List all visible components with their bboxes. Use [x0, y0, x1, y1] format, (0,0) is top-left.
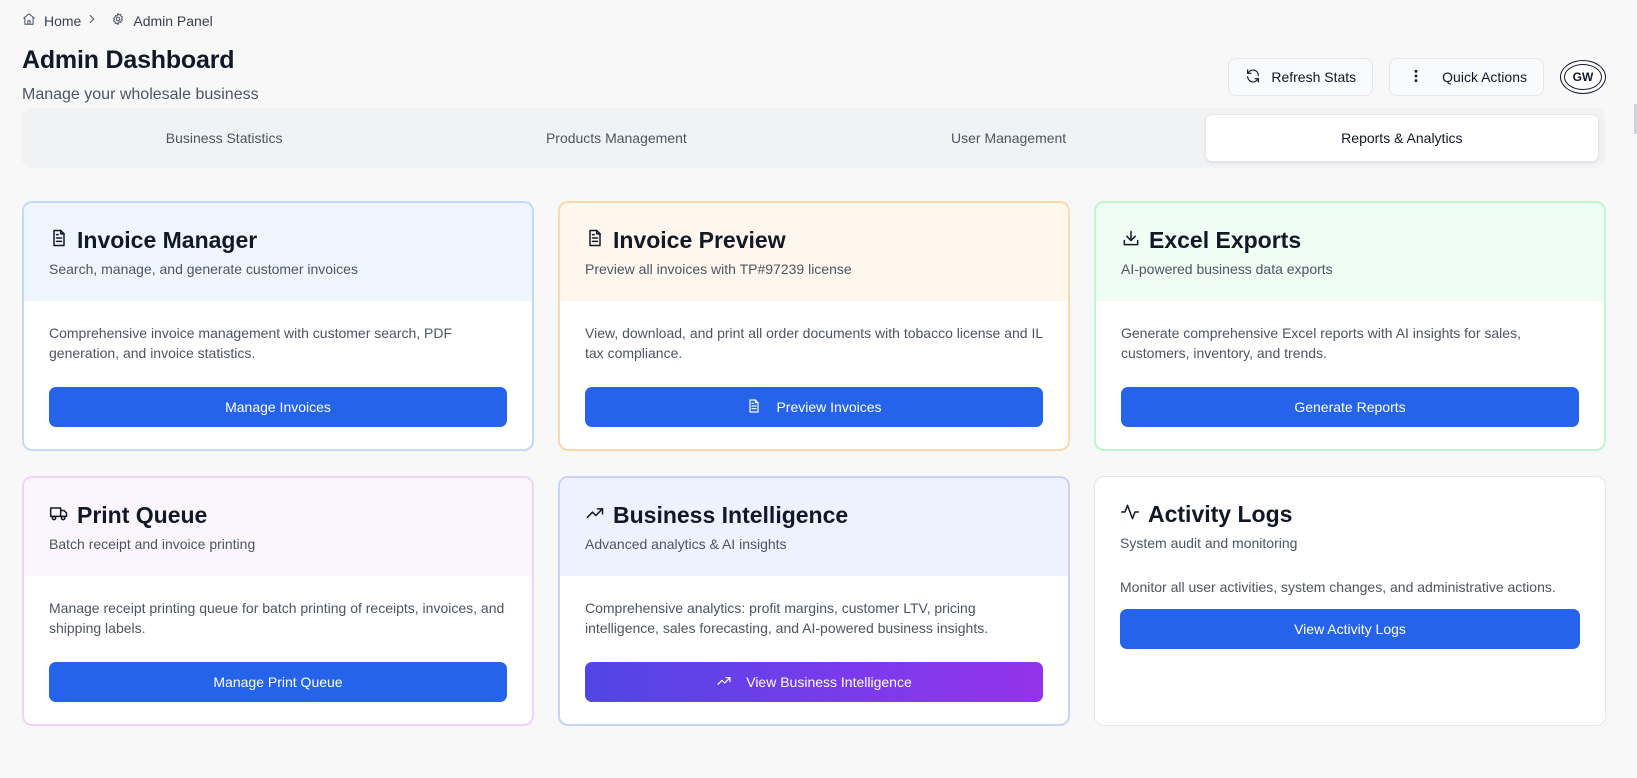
page-title: Admin Dashboard — [22, 46, 235, 74]
print-queue-card: Print Queue Batch receipt and invoice pr… — [22, 476, 534, 726]
button-label: Manage Invoices — [225, 399, 331, 415]
admin-dashboard-page: Home Admin Panel Admin Dashboard Manage … — [0, 0, 1637, 778]
card-title-row: Business Intelligence — [585, 502, 1043, 529]
manage-invoices-button[interactable]: Manage Invoices — [49, 387, 507, 427]
card-body: View, download, and print all order docu… — [560, 301, 1068, 427]
card-title-row: Print Queue — [49, 502, 507, 529]
page-subtitle: Manage your wholesale business — [22, 86, 259, 103]
card-header: Print Queue Batch receipt and invoice pr… — [24, 478, 532, 576]
card-title-row: Invoice Preview — [585, 227, 1043, 254]
button-label: Preview Invoices — [776, 399, 882, 415]
card-title-row: Invoice Manager — [49, 227, 507, 254]
manage-print-queue-button[interactable]: Manage Print Queue — [49, 662, 507, 702]
trending-up-icon — [585, 502, 605, 529]
card-title: Print Queue — [77, 502, 208, 528]
button-label: View Business Intelligence — [746, 674, 912, 690]
activity-logs-card: Activity Logs System audit and monitorin… — [1094, 476, 1606, 726]
card-title-row: Activity Logs — [1120, 501, 1580, 528]
card-subtitle: Advanced analytics & AI insights — [585, 536, 787, 552]
chevron-right-icon — [85, 12, 99, 29]
download-icon — [1121, 227, 1141, 254]
tab-user-management[interactable]: User Management — [813, 114, 1205, 162]
card-title: Invoice Preview — [613, 227, 786, 253]
card-subtitle: System audit and monitoring — [1120, 535, 1298, 551]
button-label: Generate Reports — [1294, 399, 1406, 415]
breadcrumb-admin-panel[interactable]: Admin Panel — [111, 12, 213, 29]
more-vertical-icon — [1408, 68, 1424, 87]
card-subtitle: Preview all invoices with TP#97239 licen… — [585, 261, 852, 277]
card-header: Invoice Preview Preview all invoices wit… — [560, 203, 1068, 301]
file-text-icon — [585, 227, 605, 254]
business-intelligence-card: Business Intelligence Advanced analytics… — [558, 476, 1070, 726]
avatar[interactable]: GW — [1560, 60, 1606, 94]
card-title: Excel Exports — [1149, 227, 1302, 253]
tab-business-statistics[interactable]: Business Statistics — [28, 114, 420, 162]
card-description: Generate comprehensive Excel reports wit… — [1121, 325, 1521, 361]
generate-reports-button[interactable]: Generate Reports — [1121, 387, 1579, 427]
view-business-intelligence-button[interactable]: View Business Intelligence — [585, 662, 1043, 702]
preview-invoices-button[interactable]: Preview Invoices — [585, 387, 1043, 427]
invoice-preview-card: Invoice Preview Preview all invoices wit… — [558, 201, 1070, 451]
tab-bar: Business Statistics Products Management … — [22, 108, 1605, 168]
card-body: Monitor all user activities, system chan… — [1095, 555, 1605, 649]
card-description: Comprehensive analytics: profit margins,… — [585, 600, 989, 636]
card-description: Comprehensive invoice management with cu… — [49, 325, 453, 361]
card-description: View, download, and print all order docu… — [585, 325, 1043, 361]
quick-actions-button[interactable]: Quick Actions — [1389, 58, 1544, 96]
card-body: Comprehensive analytics: profit margins,… — [560, 576, 1068, 702]
refresh-icon — [1245, 68, 1261, 87]
card-title-row: Excel Exports — [1121, 227, 1579, 254]
card-subtitle: AI-powered business data exports — [1121, 261, 1333, 277]
breadcrumb-home-label: Home — [44, 12, 82, 29]
excel-exports-card: Excel Exports AI-powered business data e… — [1094, 201, 1606, 451]
header-actions: Refresh Stats Quick Actions GW — [1228, 58, 1606, 96]
card-description: Manage receipt printing queue for batch … — [49, 600, 505, 636]
card-title: Invoice Manager — [77, 227, 258, 253]
refresh-stats-label: Refresh Stats — [1271, 69, 1357, 85]
card-body: Comprehensive invoice management with cu… — [24, 301, 532, 427]
button-label: View Activity Logs — [1294, 621, 1406, 637]
card-description: Monitor all user activities, system chan… — [1120, 579, 1556, 595]
breadcrumb: Home Admin Panel — [22, 12, 213, 29]
quick-actions-label: Quick Actions — [1442, 69, 1527, 85]
file-text-icon — [746, 398, 762, 417]
button-label: Manage Print Queue — [213, 674, 343, 690]
truck-icon — [49, 502, 69, 529]
card-header: Excel Exports AI-powered business data e… — [1096, 203, 1604, 301]
report-cards-grid: Invoice Manager Search, manage, and gene… — [22, 201, 1606, 726]
gear-icon — [111, 12, 125, 29]
refresh-stats-button[interactable]: Refresh Stats — [1228, 58, 1374, 96]
breadcrumb-admin-label: Admin Panel — [133, 12, 213, 29]
activity-icon — [1120, 501, 1140, 528]
card-header: Activity Logs System audit and monitorin… — [1095, 477, 1605, 555]
card-title: Business Intelligence — [613, 502, 849, 528]
tab-products-management[interactable]: Products Management — [420, 114, 812, 162]
card-subtitle: Batch receipt and invoice printing — [49, 536, 256, 552]
card-header: Invoice Manager Search, manage, and gene… — [24, 203, 532, 301]
card-title: Activity Logs — [1148, 501, 1293, 527]
file-text-icon — [49, 227, 69, 254]
invoice-manager-card: Invoice Manager Search, manage, and gene… — [22, 201, 534, 451]
breadcrumb-home[interactable]: Home — [22, 12, 81, 29]
card-body: Generate comprehensive Excel reports wit… — [1096, 301, 1604, 427]
trending-up-icon — [716, 673, 732, 692]
tab-reports-analytics[interactable]: Reports & Analytics — [1204, 114, 1599, 162]
home-icon — [22, 12, 36, 29]
card-subtitle: Search, manage, and generate customer in… — [49, 261, 358, 277]
view-activity-logs-button[interactable]: View Activity Logs — [1120, 609, 1580, 649]
card-header: Business Intelligence Advanced analytics… — [560, 478, 1068, 576]
card-body: Manage receipt printing queue for batch … — [24, 576, 532, 702]
